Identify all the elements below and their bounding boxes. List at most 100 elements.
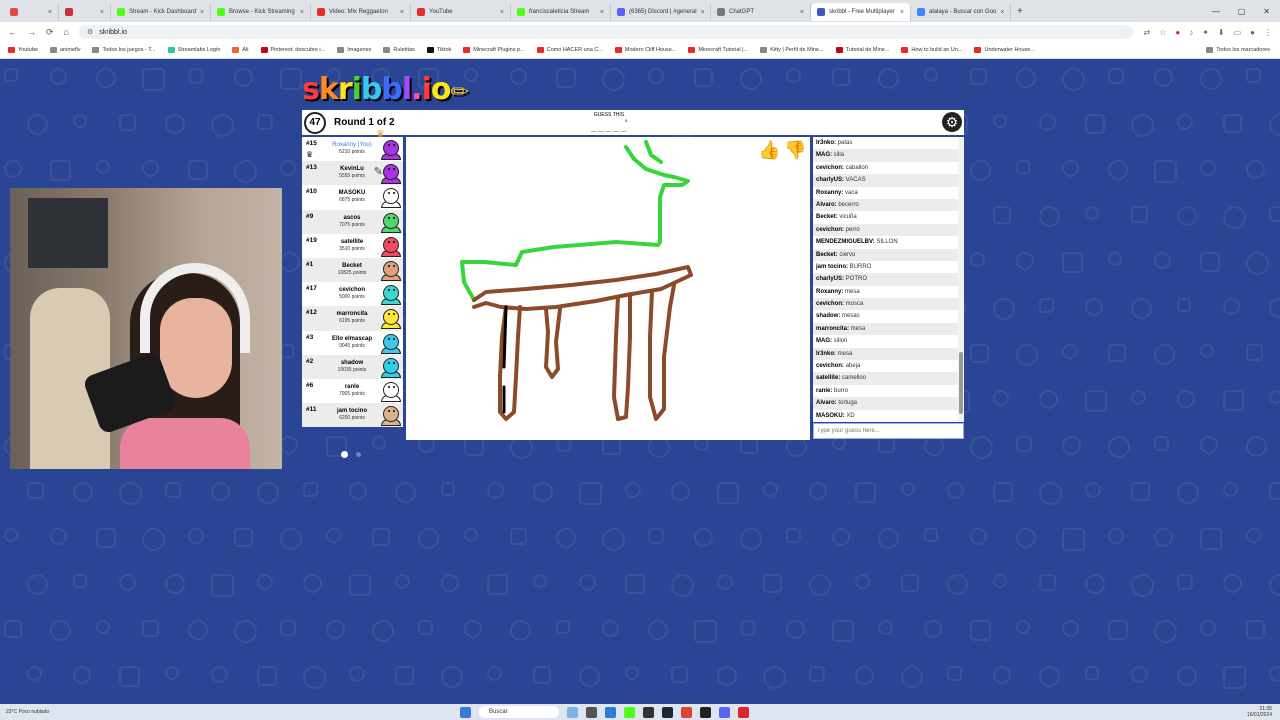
bookmark-item[interactable]: Ruletitas <box>383 47 415 53</box>
chrome-icon[interactable] <box>681 706 692 718</box>
minimize-icon[interactable]: — <box>1212 7 1220 16</box>
background-doodle <box>303 666 326 689</box>
tab-close-icon[interactable]: × <box>900 9 904 16</box>
weather-widget[interactable]: 23°C Poco nublado <box>6 709 49 715</box>
player-row[interactable]: #15 Roxanny (You) 5210 points ♛ <box>302 137 403 161</box>
tab-close-icon[interactable]: × <box>48 9 52 16</box>
chat-scrollbar[interactable] <box>958 137 964 422</box>
url-field[interactable]: ⚙ skribbl.io <box>78 25 1134 39</box>
bookmark-item[interactable]: Modern Cliff House... <box>614 47 676 53</box>
bookmark-item[interactable]: animeflv <box>50 47 80 53</box>
browser-tab[interactable]: (6365) Discord | #general × <box>611 3 711 21</box>
tab-close-icon[interactable]: × <box>800 9 804 16</box>
audio-icon[interactable]: ♪ <box>1189 28 1193 37</box>
thumbs-up-icon[interactable]: 👍 <box>758 140 780 161</box>
tab-close-icon[interactable]: × <box>100 9 104 16</box>
player-row[interactable]: #9 ascos 7075 points <box>302 209 403 234</box>
all-bookmarks-folder[interactable]: Todos los marcadores <box>1206 47 1280 53</box>
player-row[interactable]: #10 MASOKU 6875 points <box>302 185 403 209</box>
background-doodle <box>878 528 899 549</box>
bookmark-item[interactable]: Minecraft Tutorial |... <box>688 47 748 53</box>
opera-icon[interactable]: ● <box>1175 28 1180 37</box>
chat-scrollbar-thumb[interactable] <box>959 352 963 414</box>
sidebar-icon[interactable]: ▭ <box>1234 28 1242 37</box>
steam-icon[interactable] <box>662 706 673 718</box>
player-row[interactable]: #13 KevinLu 5555 points ✎ <box>302 161 403 186</box>
home-icon[interactable]: ⌂ <box>64 27 69 37</box>
browser-tab[interactable]: × <box>59 3 111 21</box>
pagination-dot[interactable] <box>356 452 361 457</box>
task-view-icon[interactable] <box>567 706 578 718</box>
bookmark-item[interactable]: How to build an Un... <box>901 47 962 53</box>
extension-icon[interactable]: ✦ <box>1202 28 1209 37</box>
system-tray[interactable]: 21:35 16/01/2024 <box>1247 706 1272 718</box>
player-row[interactable]: #12 marroncita 6195 points <box>302 306 403 331</box>
windows-start-icon[interactable] <box>460 706 471 718</box>
new-tab-icon[interactable]: + <box>1011 6 1029 17</box>
edge-icon[interactable] <box>605 706 616 718</box>
bookmark-item[interactable]: Tutorial de Mine... <box>835 47 889 53</box>
tab-close-icon[interactable]: × <box>500 9 504 16</box>
tab-close-icon[interactable]: × <box>300 9 304 16</box>
opera-taskbar-icon[interactable] <box>738 706 749 718</box>
tab-close-icon[interactable]: × <box>400 9 404 16</box>
drawing-canvas[interactable]: 👍 👎 <box>406 137 810 440</box>
browser-tab[interactable]: Stream - Kick Dashboard × <box>111 3 211 21</box>
browser-tab[interactable]: ChatGPT × <box>711 3 811 21</box>
bookmark-item[interactable]: Imagenes <box>337 47 371 53</box>
avatar-head <box>383 236 399 253</box>
back-icon[interactable]: ← <box>8 27 17 37</box>
kick-icon[interactable] <box>624 706 635 718</box>
player-row[interactable]: #17 cevichon 5000 points <box>302 282 403 306</box>
medal-icon[interactable] <box>700 706 711 718</box>
profile-avatar-icon[interactable]: ● <box>1250 28 1255 37</box>
site-info-icon[interactable]: ⚙ <box>87 28 93 36</box>
chat-guess-input[interactable] <box>813 423 964 439</box>
taskbar-search[interactable]: Buscar <box>479 706 559 718</box>
tab-close-icon[interactable]: × <box>1000 9 1004 16</box>
bookmark-item[interactable]: Pinterest: descubre i... <box>260 47 325 53</box>
bookmark-item[interactable]: Youtube <box>8 47 38 53</box>
tab-close-icon[interactable]: × <box>701 9 705 16</box>
bookmark-item[interactable]: Kitty | Perfil de Mine... <box>760 47 824 53</box>
drawing-strokes <box>460 140 693 421</box>
widgets-icon[interactable] <box>586 706 597 718</box>
player-row[interactable]: #2 shadow 10035 points <box>302 354 403 379</box>
browser-tab[interactable]: Browse - Kick Streaming × <box>211 3 311 21</box>
browser-tab[interactable]: × <box>4 3 59 21</box>
player-row[interactable]: #3 Ello elmascap 9045 points <box>302 331 403 355</box>
forward-icon[interactable]: → <box>27 27 36 37</box>
translate-icon[interactable]: ⇄ <box>1143 28 1150 37</box>
browser-tab[interactable]: franciscaleticia Stream × <box>511 3 611 21</box>
close-window-icon[interactable]: ✕ <box>1263 7 1270 16</box>
tab-close-icon[interactable]: × <box>600 9 604 16</box>
browser-tab[interactable]: Video: Mix Reggaeton × <box>311 3 411 21</box>
bookmark-item[interactable]: Streamlabs Login <box>167 47 220 53</box>
bookmark-star-icon[interactable]: ☆ <box>1159 28 1166 37</box>
player-row[interactable]: #11 jam tocino 6200 points <box>302 403 403 428</box>
pagination-dot-active[interactable] <box>341 451 348 458</box>
browser-tab[interactable]: alalaya - Buscar con Goo × <box>911 3 1011 21</box>
player-row[interactable]: #19 satellite 3510 points <box>302 234 403 258</box>
chat-text: VACAS <box>844 177 866 184</box>
menu-icon[interactable]: ⋮ <box>1264 28 1272 37</box>
bookmark-item[interactable]: Underwater House... <box>974 47 1035 53</box>
chat-username: Ir3nko: <box>816 140 837 146</box>
player-row[interactable]: #1 Becket 10825 points <box>302 257 403 283</box>
bookmark-item[interactable]: Tiktok <box>426 47 451 53</box>
download-icon[interactable]: ⬇ <box>1218 28 1225 37</box>
player-row[interactable]: #6 ranle 7905 points <box>302 379 403 403</box>
bookmark-item[interactable]: Minecraft Plugins p... <box>463 47 525 53</box>
bookmark-item[interactable]: Como HACER una C... <box>536 47 603 53</box>
discord-icon[interactable] <box>719 706 730 718</box>
bookmark-item[interactable]: Todos los juegos - T... <box>92 47 156 53</box>
browser-tab[interactable]: YouTube × <box>411 3 511 21</box>
reload-icon[interactable]: ⟳ <box>46 27 54 38</box>
settings-gear-icon[interactable]: ⚙ <box>942 112 962 132</box>
tab-close-icon[interactable]: × <box>200 9 204 16</box>
maximize-icon[interactable]: ▢ <box>1238 7 1246 16</box>
thumbs-down-icon[interactable]: 👎 <box>784 140 806 161</box>
browser-tab[interactable]: skribbl - Free Multiplayer × <box>811 3 911 21</box>
capcut-icon[interactable] <box>643 706 654 718</box>
bookmark-item[interactable]: Ali <box>232 47 249 53</box>
